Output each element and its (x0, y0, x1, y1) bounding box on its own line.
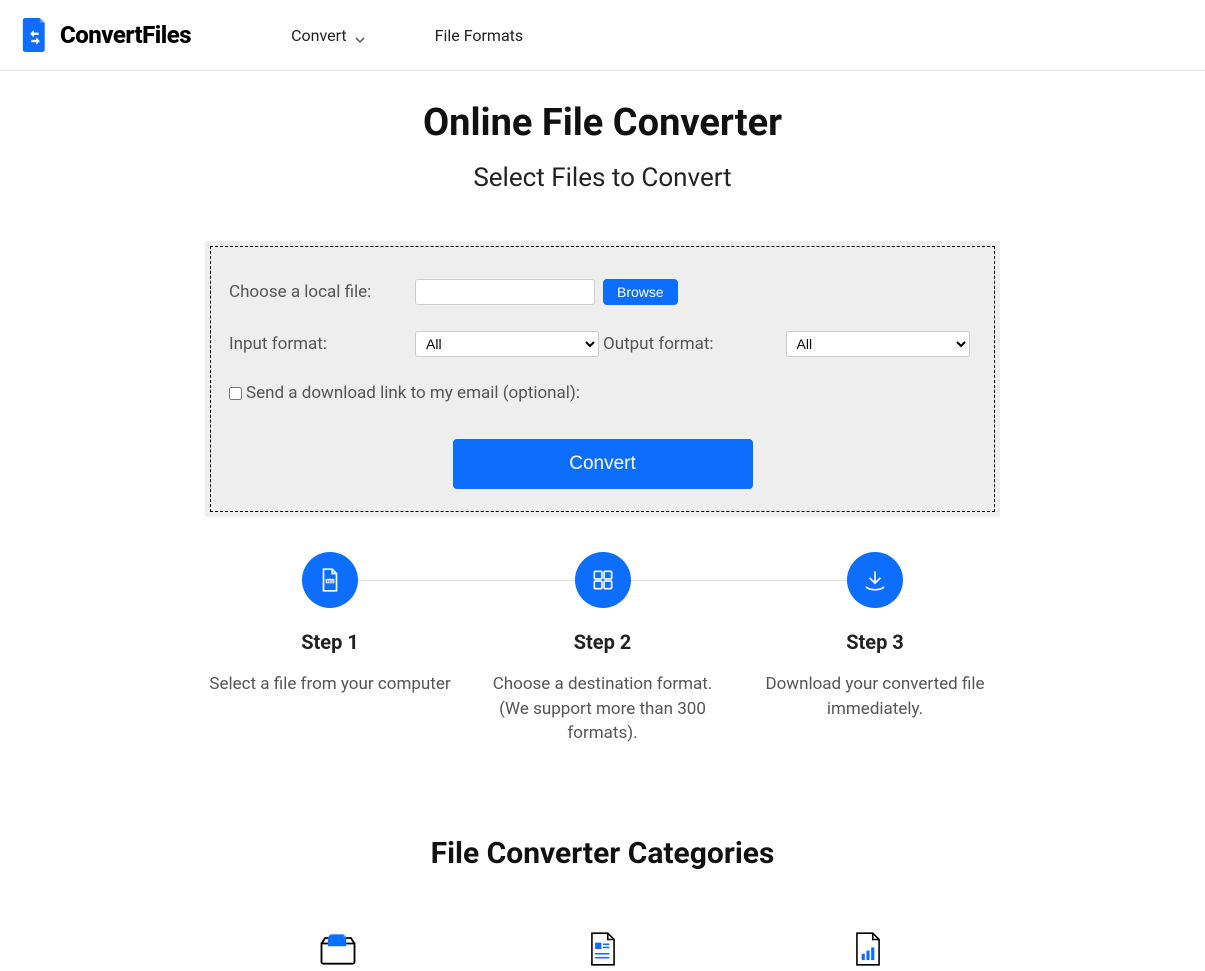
chevron-down-icon (355, 30, 365, 40)
step-2: Step 2 Choose a destination format. (We … (478, 552, 728, 746)
input-format-select[interactable]: All (415, 331, 599, 357)
step-1: FILE Step 1 Select a file from your comp… (205, 552, 455, 746)
converter-box: Choose a local file: Browse Input format… (205, 241, 1000, 517)
header: ConvertFiles Convert File Formats (0, 0, 1205, 71)
format-row: Input format: All Output format: All (229, 331, 976, 357)
step-2-desc: Choose a destination format. (We support… (478, 672, 728, 746)
browse-button[interactable]: Browse (603, 279, 678, 305)
grid-icon (575, 552, 631, 608)
step-2-title: Step 2 (478, 630, 728, 654)
download-icon (847, 552, 903, 608)
file-input[interactable] (415, 279, 595, 305)
logo[interactable]: ConvertFiles (20, 18, 191, 52)
email-checkbox[interactable] (229, 387, 242, 400)
page-title: Online File Converter (0, 101, 1205, 145)
archive-category-icon[interactable] (316, 927, 360, 971)
nav: Convert File Formats (291, 26, 523, 45)
logo-icon (20, 18, 50, 52)
email-checkbox-label: Send a download link to my email (option… (246, 383, 580, 403)
step-3-title: Step 3 (750, 630, 1000, 654)
categories (205, 927, 1000, 971)
output-format-label: Output format: (603, 334, 714, 354)
step-1-title: Step 1 (205, 630, 455, 654)
input-format-label: Input format: (229, 334, 415, 354)
choose-file-row: Choose a local file: Browse (229, 279, 976, 305)
choose-file-label: Choose a local file: (229, 282, 415, 302)
brand-name: ConvertFiles (60, 21, 191, 49)
step-3-desc: Download your converted file immediately… (750, 672, 1000, 721)
page-subtitle: Select Files to Convert (0, 163, 1205, 193)
steps: FILE Step 1 Select a file from your comp… (205, 552, 1000, 746)
document-category-icon[interactable] (581, 927, 625, 971)
nav-file-formats-label: File Formats (435, 26, 524, 45)
nav-convert-label: Convert (291, 26, 347, 45)
nav-file-formats[interactable]: File Formats (435, 26, 524, 45)
svg-text:FILE: FILE (327, 579, 333, 583)
converter-inner: Choose a local file: Browse Input format… (210, 246, 995, 512)
email-checkbox-row: Send a download link to my email (option… (229, 383, 976, 403)
output-format-select[interactable]: All (786, 331, 970, 357)
file-icon: FILE (302, 552, 358, 608)
convert-button[interactable]: Convert (453, 439, 753, 489)
step-3: Step 3 Download your converted file imme… (750, 552, 1000, 746)
categories-title: File Converter Categories (0, 836, 1205, 871)
nav-convert[interactable]: Convert (291, 26, 365, 45)
presentation-category-icon[interactable] (846, 927, 890, 971)
step-1-desc: Select a file from your computer (205, 672, 455, 697)
